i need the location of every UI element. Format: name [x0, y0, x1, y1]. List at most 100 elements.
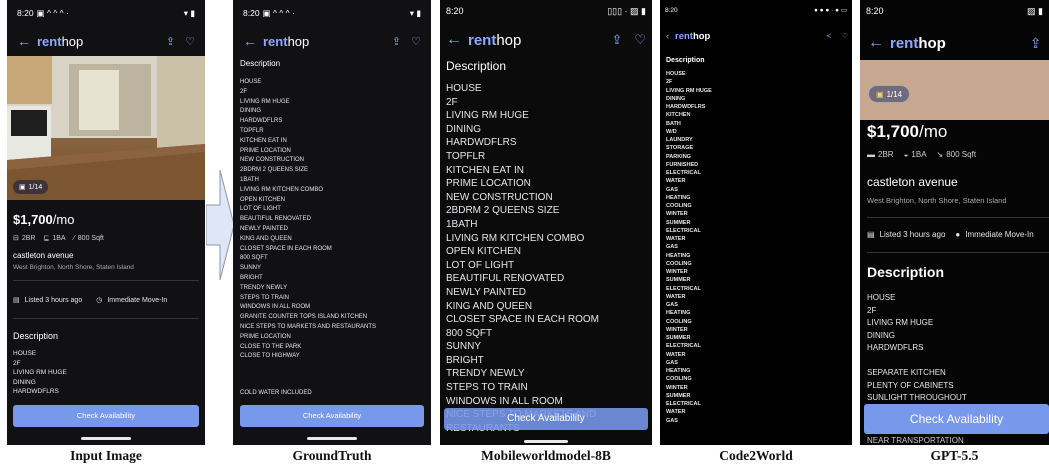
- check-availability-button[interactable]: Check Availability: [240, 405, 424, 427]
- heart-icon[interactable]: ♡: [634, 32, 646, 48]
- description-line: 2F: [240, 88, 248, 95]
- kitchen-photo-art: [7, 56, 205, 200]
- back-arrow-icon[interactable]: ‹: [666, 31, 669, 41]
- description-line: CLOSET SPACE IN EACH ROOM: [446, 314, 599, 326]
- description-line: OPEN KITCHEN: [446, 246, 522, 258]
- description-line: BRIGHT: [240, 274, 263, 281]
- caption-code2world: Code2World: [719, 448, 793, 463]
- description-line: SUMMER: [666, 392, 691, 399]
- caption-mobileworldmodel: Mobileworldmodel-8B: [481, 448, 611, 463]
- app-bar: ‹ renthop ≺ ♡: [666, 26, 848, 46]
- description-line: OPEN KITCHEN: [240, 196, 286, 203]
- description-line: HARDWDFLRS: [446, 137, 517, 149]
- description-line: 800 SQFT: [240, 255, 268, 262]
- brand-logo: renthop: [890, 34, 946, 52]
- home-indicator: [307, 437, 357, 440]
- listing-photo[interactable]: ▣ 1/14: [7, 56, 205, 200]
- description-line: STEPS TO TRAIN: [240, 294, 290, 301]
- home-indicator: [81, 437, 131, 440]
- description-line: HEATING: [666, 194, 691, 201]
- description-line: DINING: [867, 330, 895, 340]
- listing-photo[interactable]: ▣ 1/14: [860, 60, 1049, 120]
- description-line: ELECTRICAL: [666, 401, 701, 407]
- app-bar: ← renthop ⇪ ♡: [7, 28, 205, 54]
- description-line: COOLING: [666, 260, 692, 267]
- description-heading: Description: [446, 59, 507, 73]
- description-line: LIVING RM HUGE: [867, 318, 934, 327]
- description-line: CLOSE TO THE PARK: [240, 343, 302, 350]
- description-line: GAS: [666, 302, 678, 308]
- back-arrow-icon[interactable]: ←: [17, 33, 31, 49]
- check-availability-button[interactable]: Check Availability: [13, 405, 199, 427]
- share-icon[interactable]: ⇪: [166, 35, 175, 48]
- panel-mobileworldmodel: 8:20 ▯▯▯ · ▨ ▮ ← renthop ⇪ ♡ Description…: [440, 0, 652, 445]
- calendar-icon: ▤: [867, 230, 875, 239]
- back-arrow-icon[interactable]: ←: [446, 31, 462, 49]
- caption-groundtruth: GroundTruth: [292, 448, 372, 463]
- caption-gpt: GPT-5.5: [930, 448, 979, 463]
- description-line: NEW CONSTRUCTION: [446, 191, 553, 203]
- divider: [867, 217, 1049, 218]
- description-line: KITCHEN EAT IN: [240, 137, 287, 144]
- heart-icon[interactable]: ♡: [842, 32, 848, 40]
- description-line: 2F: [446, 96, 458, 108]
- share-icon[interactable]: ⇪: [392, 35, 401, 48]
- description-line: KING AND QUEEN: [240, 235, 292, 242]
- description-heading: Description: [240, 59, 281, 68]
- photo-count-badge: ▣ 1/14: [868, 85, 911, 103]
- check-availability-button[interactable]: Check Availability: [864, 404, 1049, 434]
- heart-icon[interactable]: ♡: [411, 35, 421, 48]
- description-line: W/D: [666, 128, 677, 135]
- description-line: ELECTRICAL: [666, 170, 701, 176]
- caption-input: Input Image: [70, 448, 142, 463]
- back-arrow-icon[interactable]: ←: [243, 33, 257, 49]
- description-line: PLENTY OF CABINETS: [867, 380, 954, 390]
- description-line: STORAGE: [666, 145, 694, 152]
- neighborhood: West Brighton, North Shore, Staten Islan…: [867, 196, 1007, 205]
- listing-meta: ▤ Listed 3 hours ago ● Immediate Move-In: [867, 230, 1034, 239]
- description-line: WATER: [666, 409, 686, 416]
- panel-groundtruth: 8:20 ▣ ^ ^ ^ · ▾ ▮ ← renthop ⇪ ♡ Descript…: [233, 0, 431, 445]
- back-arrow-icon[interactable]: ←: [868, 34, 884, 52]
- clock-icon: ◷: [96, 297, 103, 304]
- share-icon[interactable]: ⇪: [1030, 35, 1042, 52]
- address: castleton avenue: [867, 175, 958, 189]
- check-availability-button[interactable]: Check Availability: [444, 408, 648, 430]
- heart-icon[interactable]: ♡: [185, 35, 195, 48]
- description-line: NICE STEPS TO MARKETS AND RESTAURANTS: [240, 323, 377, 330]
- description-line: HARDWDFLRS: [13, 388, 59, 396]
- description-line: CLOSET SPACE IN EACH ROOM: [240, 245, 332, 252]
- description-line: 1BATH: [446, 218, 478, 230]
- description-line: GAS: [666, 359, 678, 366]
- description-line: SUNNY: [240, 265, 262, 272]
- status-icons: ▨ ▮: [1027, 5, 1043, 16]
- app-bar: ← renthop ⇪ ♡: [446, 28, 646, 52]
- photo-count-badge: ▣ 1/14: [13, 180, 49, 194]
- description-extra: COLD WATER INCLUDED: [240, 390, 312, 396]
- description-line: SUNLIGHT THROUGHOUT: [867, 393, 967, 402]
- description-line: SUMMER: [666, 277, 691, 284]
- status-bar: 8:20 ▣ ^ ^ ^ · ▾ ▮: [233, 0, 431, 26]
- description-line: SUMMER: [666, 219, 691, 226]
- description-line: LIVING RM KITCHEN COMBO: [240, 186, 324, 193]
- description-line: FURNISHED: [666, 161, 699, 168]
- bed-icon: ⊟: [13, 235, 19, 242]
- share-icon[interactable]: ≺: [826, 32, 832, 40]
- description-line: LAUNDRY: [666, 137, 693, 143]
- clock: 8:20: [243, 8, 260, 18]
- notification-icons: ▣ ^ ^ ^ ·: [36, 7, 69, 18]
- brand-logo: renthop: [675, 30, 711, 42]
- status-bar: 8:20 ▯▯▯ · ▨ ▮: [440, 0, 652, 22]
- description-line: DINING: [666, 95, 686, 102]
- feature-row: ⊟ 2BR ⊑ 1BA ⁄ 800 Sqft: [13, 234, 104, 243]
- app-bar: ← renthop ⇪ ♡: [868, 30, 1049, 56]
- clock: 8:20: [446, 6, 464, 16]
- description-line: 1BATH: [240, 176, 259, 183]
- description-line: LIVING RM HUGE: [13, 369, 67, 377]
- description-line: DINING: [240, 108, 261, 115]
- description-line: KING AND QUEEN: [446, 300, 533, 312]
- description-heading: Description: [867, 264, 945, 280]
- listing-meta: ▤ Listed 3 hours ago ◷ Immediate Move-In: [13, 296, 168, 305]
- description-line: 2F: [867, 305, 877, 315]
- share-icon[interactable]: ⇪: [611, 32, 622, 48]
